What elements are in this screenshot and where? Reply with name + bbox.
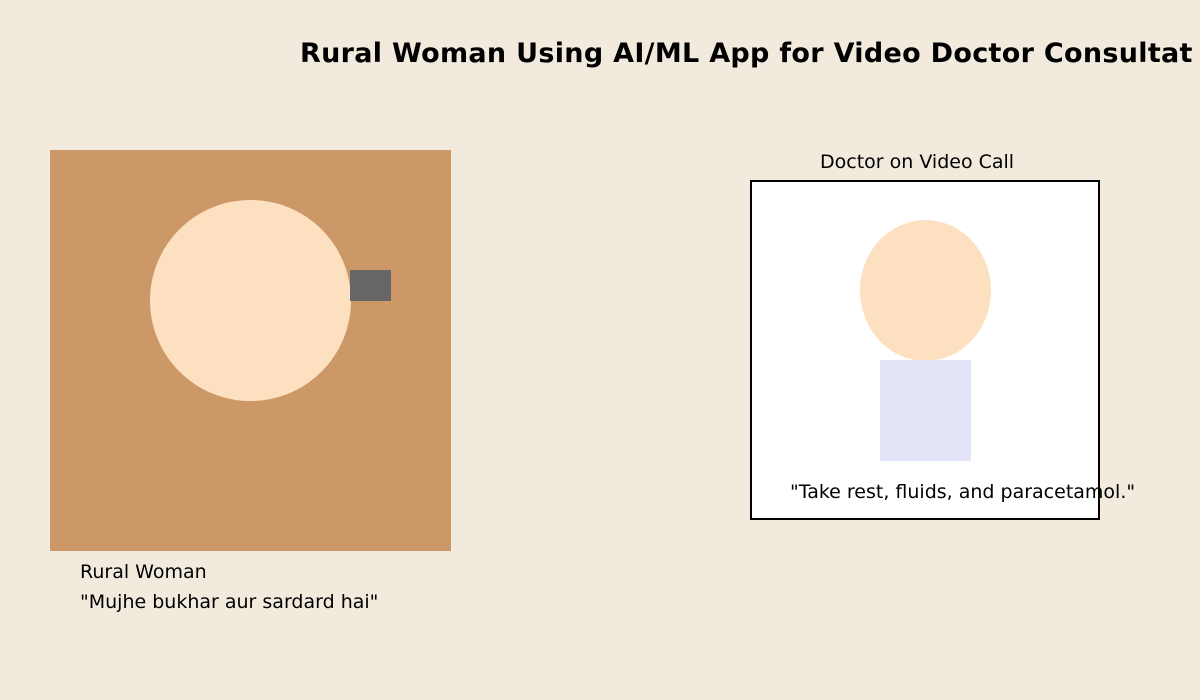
- rural-woman-illustration: [50, 150, 451, 551]
- diagram-title: Rural Woman Using AI/ML App for Video Do…: [300, 38, 1193, 69]
- doctor-label: Doctor on Video Call: [820, 151, 1015, 173]
- woman-label: Rural Woman: [80, 561, 207, 583]
- doctor-speech: "Take rest, fluids, and paracetamol.": [790, 481, 1136, 503]
- doctor-body: [880, 360, 971, 461]
- woman-head: [150, 200, 351, 401]
- phone-icon: [350, 270, 391, 301]
- video-call-frame: [750, 180, 1100, 520]
- doctor-head: [860, 220, 991, 361]
- woman-speech: "Mujhe bukhar aur sardard hai": [80, 591, 379, 613]
